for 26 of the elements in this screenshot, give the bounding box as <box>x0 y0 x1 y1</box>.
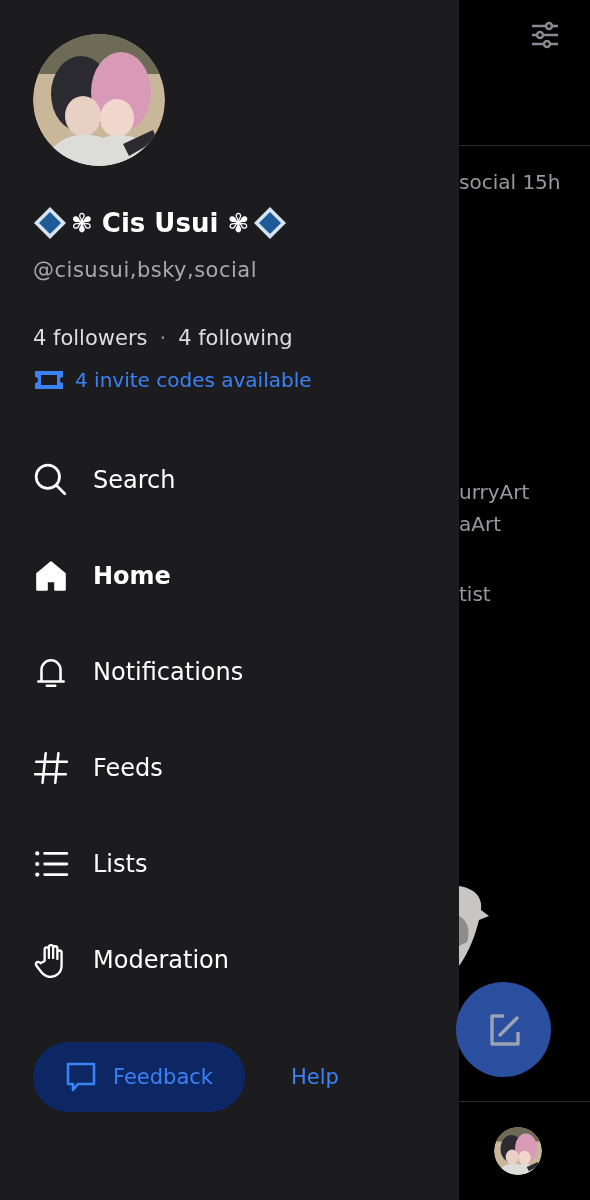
profile-name: ✾ Cis Usui ✾ <box>71 208 250 238</box>
diamond-icon <box>253 206 288 240</box>
invite-codes-link[interactable]: 4 invite codes available <box>75 368 312 392</box>
diamond-icon <box>33 206 67 240</box>
nav-item[interactable]: Feeds <box>33 720 363 816</box>
search-icon <box>33 462 69 498</box>
sliders-icon[interactable] <box>530 20 560 50</box>
nav-item[interactable]: Moderation <box>33 912 363 1008</box>
help-link[interactable]: Help <box>291 1065 339 1089</box>
nav-item[interactable]: Lists <box>33 816 363 912</box>
post-text: urryArt <box>459 480 531 504</box>
post-text: tist <box>459 582 492 606</box>
separator-dot: · <box>159 326 167 350</box>
hash-icon <box>33 750 69 786</box>
nav-item[interactable]: Home <box>33 528 363 624</box>
profile-handle: @cisusui,bsky,social <box>33 258 259 282</box>
followers-count[interactable]: 4 followers <box>33 326 148 350</box>
house-icon <box>33 558 69 594</box>
feedback-button[interactable]: Feedback <box>33 1042 245 1112</box>
post-text: aArt <box>459 512 502 536</box>
nav-item[interactable]: Search <box>33 432 363 528</box>
speech-bubble-icon <box>65 1061 97 1093</box>
ticket-icon <box>33 369 65 391</box>
following-count[interactable]: 4 following <box>178 326 293 350</box>
post-meta: social 15h <box>459 170 562 194</box>
nav-item[interactable]: Notifications <box>33 624 363 720</box>
